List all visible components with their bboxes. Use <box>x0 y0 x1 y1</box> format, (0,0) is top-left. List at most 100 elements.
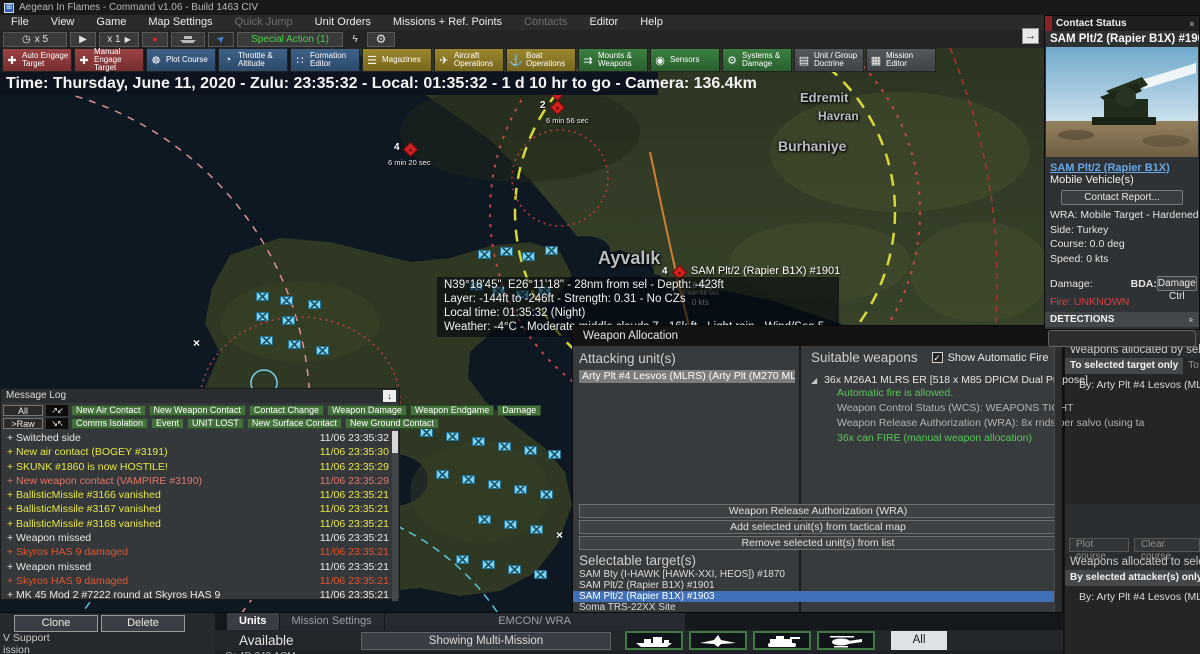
friendly-unit-icon[interactable] <box>498 442 511 451</box>
log-filter-button[interactable]: New Air Contact <box>71 405 146 416</box>
filter-raw-button[interactable]: >Raw <box>3 418 43 429</box>
mission-list-item[interactable]: V Support <box>0 632 215 644</box>
log-entry[interactable]: + Switched side 11/06 23:35:32 <box>1 431 399 445</box>
ribbon-button[interactable]: ⚙ Systems & Damage <box>722 48 792 72</box>
menu-item[interactable]: Contacts <box>513 15 578 30</box>
aircraft-filter-button[interactable] <box>689 631 747 650</box>
log-filter-button[interactable]: Contact Change <box>248 405 324 416</box>
contact-status-header[interactable]: Contact Status « <box>1045 16 1199 31</box>
friendly-unit-icon[interactable] <box>534 570 547 579</box>
ribbon-button[interactable]: ☸ Plot Course <box>146 48 216 72</box>
menu-item[interactable]: Unit Orders <box>304 15 382 30</box>
menu-item[interactable]: Quick Jump <box>224 15 304 30</box>
weapon-tree-node[interactable]: ◢ 36x M26A1 MLRS ER [518 x M85 DPICM Dua… <box>811 374 1088 386</box>
dialog-title[interactable]: Weapon Allocation <box>573 326 1062 346</box>
tab-to-anyone[interactable]: To anyon <box>1183 358 1200 374</box>
log-filter-button[interactable]: UNIT LOST <box>187 418 244 429</box>
bottom-tab[interactable]: Mission Settings <box>279 613 384 630</box>
log-filter-button[interactable]: New Surface Contact <box>246 418 342 429</box>
friendly-unit-icon[interactable] <box>446 432 459 441</box>
log-entry[interactable]: + Weapon missed 11/06 23:35:21 <box>1 560 399 574</box>
log-entry[interactable]: + Weapon missed 11/06 23:35:21 <box>1 531 399 545</box>
message-log-header[interactable]: Message Log ↓ <box>1 389 399 403</box>
time-compression-button[interactable]: ◷ x 5 <box>3 31 67 47</box>
ribbon-button[interactable]: ◔ Throttle & Altitude <box>218 48 288 72</box>
ribbon-button[interactable]: ∷ Formation Editor <box>290 48 360 72</box>
message-log-entries[interactable]: + Switched side 11/06 23:35:32 + New air… <box>1 431 399 601</box>
ferry-button[interactable] <box>171 31 205 47</box>
shrink-icon[interactable]: ↘↖ <box>46 418 68 429</box>
play-button[interactable]: ▶ <box>70 31 96 47</box>
log-entry[interactable]: + SKUNK #1860 is now HOSTILE! 11/06 23:3… <box>1 460 399 474</box>
checkbox-checked-icon[interactable]: ✓ <box>931 352 943 363</box>
menu-item[interactable]: View <box>40 15 86 30</box>
plot-course-button[interactable]: Plot course <box>1069 538 1129 562</box>
log-entry[interactable]: + BallisticMissile #3166 vanished 11/06 … <box>1 488 399 502</box>
lightning-button[interactable]: ϟ <box>346 32 364 47</box>
dialog-scrollbar[interactable] <box>1054 346 1062 613</box>
filter-all-button[interactable]: All <box>3 405 43 416</box>
log-filter-button[interactable]: Weapon Endgame <box>409 405 495 416</box>
record-button[interactable]: ● <box>142 31 168 47</box>
clone-button[interactable]: Clone <box>14 615 98 632</box>
detections-header[interactable]: DETECTIONS « <box>1045 312 1199 327</box>
ribbon-button[interactable]: ⇉ Mounts & Weapons <box>578 48 648 72</box>
delete-button[interactable]: Delete <box>101 615 185 632</box>
dock-arrow-button[interactable]: → <box>1022 28 1039 44</box>
menu-item[interactable]: Map Settings <box>137 15 223 30</box>
log-entry[interactable]: + BallisticMissile #3167 vanished 11/06 … <box>1 502 399 516</box>
friendly-unit-icon[interactable] <box>478 515 491 524</box>
friendly-unit-icon[interactable] <box>256 292 269 301</box>
log-entry[interactable]: + Skyros HAS 9 damaged 11/06 23:35:21 <box>1 574 399 588</box>
friendly-unit-icon[interactable] <box>472 437 485 446</box>
contact-db-link[interactable]: SAM Plt/2 (Rapier B1X) <box>1045 162 1199 174</box>
log-entry[interactable]: + New weapon contact (VAMPIRE #3190) 11/… <box>1 474 399 488</box>
friendly-unit-icon[interactable] <box>500 247 513 256</box>
bottom-tab[interactable]: Units <box>227 613 279 630</box>
ribbon-button[interactable]: ◉ Sensors <box>650 48 720 72</box>
log-entry[interactable]: + BallisticMissile #3168 vanished 11/06 … <box>1 517 399 531</box>
log-entry[interactable]: + New air contact (BOGEY #3191) 11/06 23… <box>1 445 399 459</box>
friendly-unit-icon[interactable] <box>540 490 553 499</box>
showing-multi-mission-button[interactable]: Showing Multi-Mission <box>361 631 611 650</box>
scroll-down-button[interactable]: ↓ <box>383 390 396 402</box>
log-filter-button[interactable]: New Weapon Contact <box>148 405 246 416</box>
friendly-unit-icon[interactable] <box>478 250 491 259</box>
friendly-unit-icon[interactable] <box>462 475 475 484</box>
friendly-unit-icon[interactable] <box>504 520 517 529</box>
friendly-unit-icon[interactable] <box>436 470 449 479</box>
expand-icon[interactable]: ↗↙ <box>46 405 68 416</box>
ribbon-button[interactable]: ⚓ Boat Operations <box>506 48 576 72</box>
mission-list-item[interactable]: ission <box>0 644 215 654</box>
tab-by-selected-attackers[interactable]: By selected attacker(s) only <box>1065 570 1200 586</box>
ribbon-button[interactable]: ✚ Auto Engage Target <box>2 48 72 72</box>
ribbon-button[interactable]: ✚ Manual Engage Target <box>74 48 144 72</box>
menu-item[interactable]: Help <box>629 15 674 30</box>
friendly-unit-icon[interactable] <box>548 450 561 459</box>
special-action-button[interactable]: Special Action (1) <box>237 31 343 47</box>
contact-report-button[interactable]: Contact Report... <box>1061 190 1183 205</box>
menu-item[interactable]: Game <box>85 15 137 30</box>
ship-filter-button[interactable] <box>625 631 683 650</box>
ribbon-button[interactable]: ☰ Magazines <box>362 48 432 72</box>
collapse-chevron-icon[interactable]: « <box>1187 21 1197 26</box>
friendly-unit-icon[interactable] <box>514 485 527 494</box>
bottom-tab[interactable]: EMCON/ WRA <box>384 613 685 630</box>
show-auto-fire-group[interactable]: ✓ Show Automatic Fire <box>931 352 1048 364</box>
menu-item[interactable]: File <box>0 15 40 30</box>
ribbon-button[interactable]: ▦ Mission Editor <box>866 48 936 72</box>
tree-expand-icon[interactable]: ◢ <box>811 376 817 385</box>
friendly-unit-icon[interactable] <box>288 340 301 349</box>
friendly-unit-icon[interactable] <box>456 555 469 564</box>
all-filter-button[interactable]: All <box>891 631 947 650</box>
step-button[interactable]: x 1 ▶ <box>99 31 139 47</box>
friendly-unit-icon[interactable] <box>260 336 273 345</box>
tab-to-selected-target[interactable]: To selected target only <box>1065 358 1184 374</box>
settings-button[interactable]: ⚙ <box>367 31 395 47</box>
friendly-unit-icon[interactable] <box>488 480 501 489</box>
friendly-unit-icon[interactable] <box>522 252 535 261</box>
friendly-unit-icon[interactable] <box>524 446 537 455</box>
log-entry[interactable]: + Skyros HAS 9 damaged 11/06 23:35:21 <box>1 545 399 559</box>
jump-button[interactable]: ➤ <box>208 31 234 47</box>
log-filter-button[interactable]: Event <box>151 418 185 429</box>
